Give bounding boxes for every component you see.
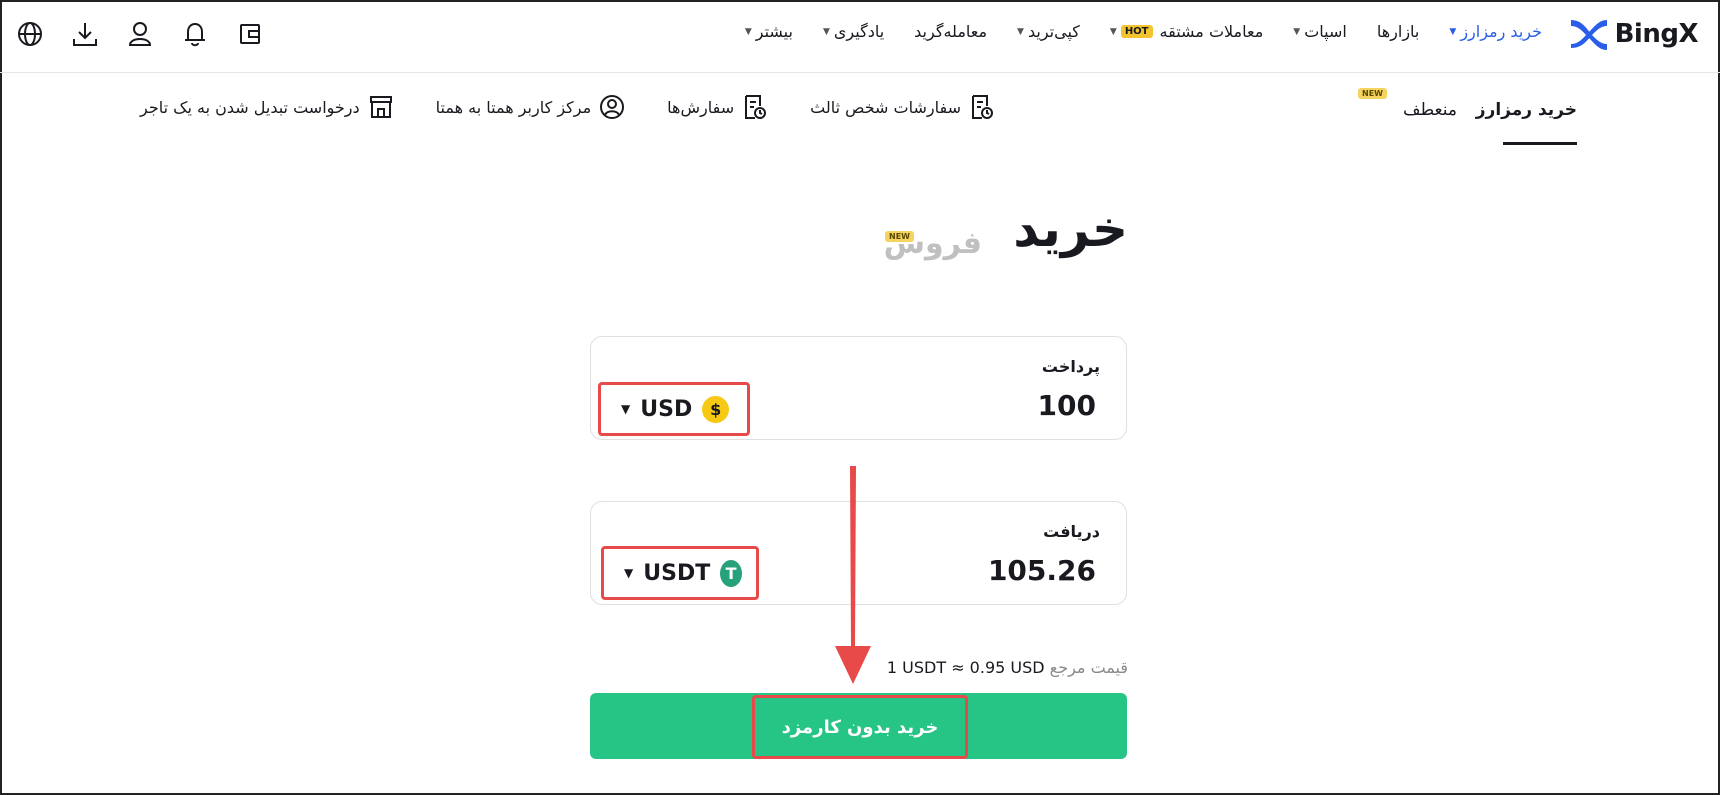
globe-icon[interactable]	[16, 20, 44, 48]
order-icon	[745, 95, 767, 119]
store-icon	[369, 96, 392, 118]
nav-item-more[interactable]: بیشتر ▼	[745, 22, 793, 41]
sublink-label: مرکز کاربر همتا به همتا	[435, 97, 592, 117]
utility-toolbar	[16, 20, 264, 48]
top-navigation: BingX خرید رمزارز ▼ بازارها اسپات ▼ معاملا…	[0, 0, 1720, 73]
pay-currency-code: USD	[640, 396, 693, 422]
wallet-icon[interactable]	[236, 20, 264, 48]
caret-down-icon: ▼	[744, 26, 752, 37]
nav-item-copy-trade[interactable]: کپی‌ترید ▼	[1017, 22, 1080, 41]
user-circle-icon	[600, 95, 625, 119]
receive-currency-select[interactable]: ▼ USDT T	[601, 546, 759, 600]
order-icon	[971, 95, 993, 119]
sublink-label: سفارشات شخص ثالث	[810, 97, 961, 117]
pay-label: پرداخت	[1041, 357, 1100, 376]
receive-currency-code: USDT	[643, 560, 711, 586]
nav-item-label: خرید رمزارز	[1460, 22, 1542, 41]
active-tab-indicator	[1503, 142, 1577, 145]
caret-down-icon: ▼	[1017, 26, 1024, 37]
third-party-orders-link[interactable]: سفارشات شخص ثالث	[810, 94, 995, 120]
caret-down-icon: ▼	[621, 402, 631, 416]
pay-amount-input[interactable]: 100	[1038, 389, 1096, 422]
sell-new-badge: NEW	[885, 231, 914, 242]
p2p-links: درخواست تبدیل شدن به یک تاجر مرکز کاربر …	[140, 94, 995, 120]
bingx-logo[interactable]: BingX	[1569, 18, 1699, 50]
nav-item-label: اسپات	[1304, 22, 1347, 41]
hot-badge: HOT	[1120, 25, 1153, 38]
sub-navigation: خرید رمزارز منعطف NEW درخواست تبدیل شدن …	[0, 72, 1720, 148]
nav-item-label: یادگیری	[833, 22, 885, 41]
pay-currency-select[interactable]: ▼ USD $	[598, 382, 750, 436]
reference-price-value: 1 USDT ≈ 0.95 USD	[886, 658, 1045, 677]
receive-label: دریافت	[1043, 522, 1100, 541]
user-icon[interactable]	[126, 20, 154, 48]
become-merchant-link[interactable]: درخواست تبدیل شدن به یک تاجر	[140, 94, 394, 120]
p2p-user-center-link[interactable]: مرکز کاربر همتا به همتا	[436, 94, 626, 120]
caret-down-icon: ▼	[1109, 26, 1117, 37]
caret-down-icon: ▼	[1449, 26, 1457, 37]
nav-item-label: بازارها	[1376, 22, 1420, 41]
sublink-label: سفارش‌ها	[667, 97, 735, 117]
tab-buy-crypto[interactable]: خرید رمزارز	[1476, 100, 1577, 120]
usdt-coin-icon: T	[720, 559, 742, 587]
bell-icon[interactable]	[181, 20, 209, 48]
nav-item-spot[interactable]: اسپات ▼	[1293, 22, 1347, 41]
reference-price: قیمت مرجع 1 USDT ≈ 0.95 USD	[887, 658, 1128, 677]
receive-amount-input[interactable]: 105.26	[988, 554, 1096, 587]
nav-item-derivatives[interactable]: معاملات مشتقه HOT ▼	[1110, 22, 1263, 41]
download-icon[interactable]	[71, 20, 99, 48]
tab-buy[interactable]: خرید	[1013, 200, 1128, 258]
tab-flexible[interactable]: منعطف	[1403, 100, 1457, 120]
nav-item-markets[interactable]: بازارها	[1377, 22, 1420, 41]
annotation-arrow-icon	[835, 466, 871, 684]
caret-down-icon: ▼	[822, 26, 830, 37]
nav-item-label: معامله‌گرید	[914, 22, 988, 41]
buy-zero-fee-button[interactable]: خرید بدون کارمزد	[752, 695, 968, 759]
reference-price-label: قیمت مرجع	[1049, 658, 1128, 677]
main-menu: خرید رمزارز ▼ بازارها اسپات ▼ معاملات مشتق…	[745, 22, 1542, 41]
nav-item-label: کپی‌ترید	[1027, 22, 1080, 41]
sublink-label: درخواست تبدیل شدن به یک تاجر	[140, 97, 360, 117]
bingx-logo-icon	[1570, 20, 1607, 50]
caret-down-icon: ▼	[624, 566, 634, 580]
orders-link[interactable]: سفارش‌ها	[667, 94, 768, 120]
nav-item-buy-crypto[interactable]: خرید رمزارز ▼	[1449, 22, 1542, 41]
usd-coin-icon: $	[702, 395, 730, 423]
new-badge: NEW	[1358, 88, 1387, 99]
caret-down-icon: ▼	[1293, 26, 1301, 37]
brand-name: BingX	[1614, 19, 1699, 49]
nav-item-learn[interactable]: یادگیری ▼	[823, 22, 884, 41]
nav-item-grid-trading[interactable]: معامله‌گرید	[914, 22, 987, 41]
nav-item-label: معاملات مشتقه	[1159, 22, 1264, 41]
nav-item-label: بیشتر	[755, 22, 793, 41]
